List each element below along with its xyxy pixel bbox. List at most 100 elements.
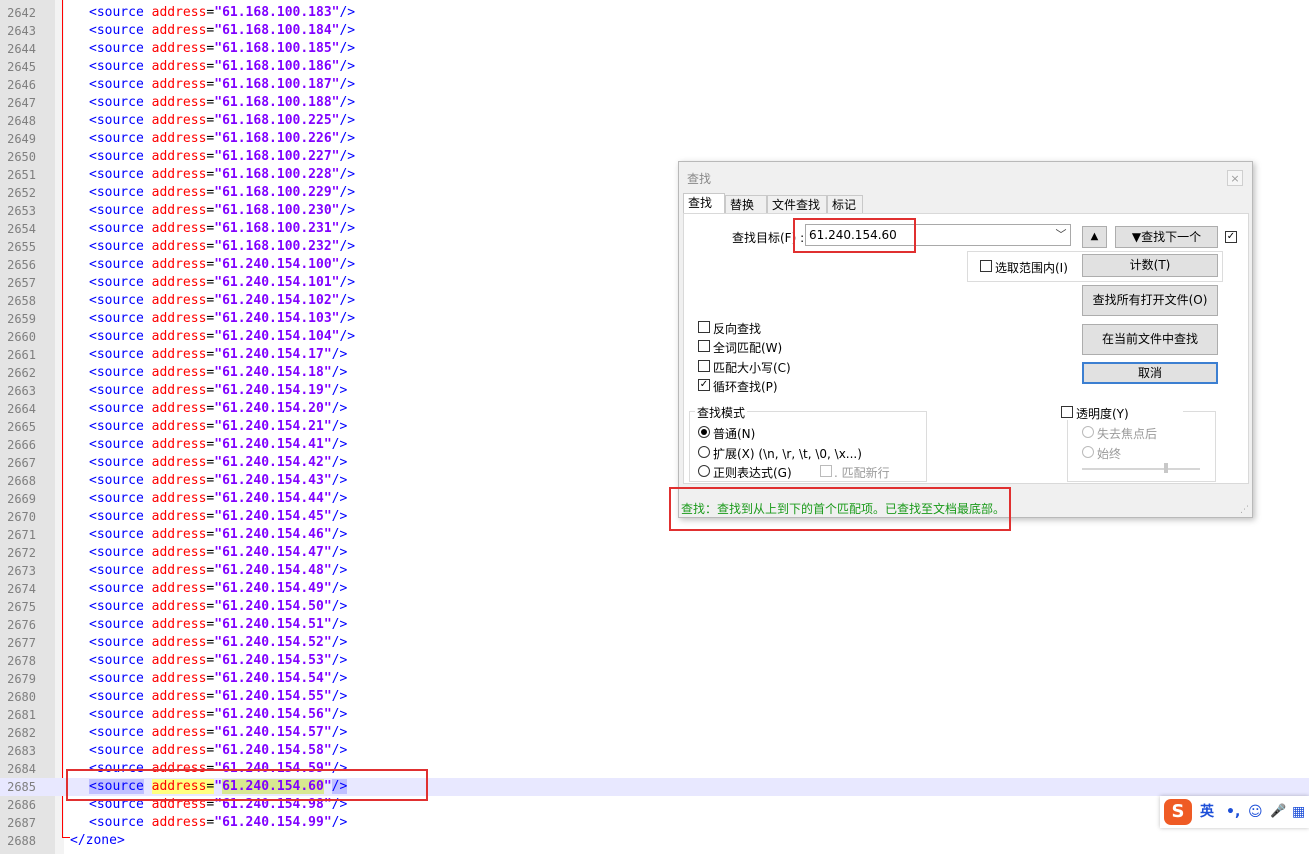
tab-replace[interactable]: 替换 — [725, 195, 767, 213]
tag-name: <source — [89, 653, 144, 668]
code-line[interactable]: 2671 <source address="61.240.154.46"/> — [0, 526, 1309, 544]
punctuation-icon[interactable]: •, — [1226, 802, 1240, 822]
code-line[interactable]: 2683 <source address="61.240.154.58"/> — [0, 742, 1309, 760]
find-next-button[interactable]: ▼查找下一个 — [1115, 226, 1218, 248]
code-line[interactable]: 2687 <source address="61.240.154.99"/> — [0, 814, 1309, 832]
whole-word-checkbox[interactable] — [698, 340, 710, 352]
chevron-down-icon[interactable]: ﹀ — [1054, 227, 1068, 243]
wrap-around-checkbox[interactable]: ✓ — [698, 379, 710, 391]
code-line[interactable]: 2679 <source address="61.240.154.54"/> — [0, 670, 1309, 688]
sogou-logo-icon[interactable]: S — [1164, 799, 1192, 825]
code-line[interactable]: 2677 <source address="61.240.154.52"/> — [0, 634, 1309, 652]
code-line[interactable]: 2676 <source address="61.240.154.51"/> — [0, 616, 1309, 634]
mode-regex-radio[interactable] — [698, 465, 710, 477]
transparency-checkbox[interactable] — [1061, 406, 1073, 418]
tab-find-in-files[interactable]: 文件查找 — [767, 195, 827, 213]
code-text: <source address="61.240.154.56"/> — [89, 707, 348, 722]
attr-name: address — [151, 671, 207, 686]
code-line[interactable]: 2672 <source address="61.240.154.47"/> — [0, 544, 1309, 562]
tab-mark[interactable]: 标记 — [827, 195, 863, 213]
line-number: 2676 — [7, 618, 36, 632]
code-line[interactable]: 2684 <source address="61.240.154.59"/> — [0, 760, 1309, 778]
code-line-closing[interactable]: 2688 </zone> — [0, 832, 1309, 850]
code-line[interactable]: 2680 <source address="61.240.154.55"/> — [0, 688, 1309, 706]
code-line[interactable]: 2686 <source address="61.240.154.98"/> — [0, 796, 1309, 814]
tag-end: /> — [331, 689, 348, 704]
code-line[interactable]: 2643 <source address="61.168.100.184"/> — [0, 22, 1309, 40]
microphone-icon[interactable]: 🎤 — [1270, 802, 1286, 822]
code-text: <source address="61.240.154.60"/> — [89, 779, 348, 794]
tag-name: <source — [89, 293, 144, 308]
line-number: 2681 — [7, 708, 36, 722]
match-case-checkbox[interactable] — [698, 360, 710, 372]
attr-name: address — [151, 491, 207, 506]
close-icon[interactable]: × — [1227, 170, 1243, 186]
in-selection-checkbox[interactable] — [980, 260, 992, 272]
code-line[interactable]: 2642 <source address="61.168.100.183"/> — [0, 4, 1309, 22]
attr-name: address — [151, 329, 207, 344]
find-next-option-checkbox[interactable]: ✓ — [1225, 231, 1237, 243]
find-in-current-file-button[interactable]: 在当前文件中查找 — [1082, 324, 1218, 355]
search-up-button[interactable]: ▲ — [1082, 226, 1107, 248]
tag-name: <source — [89, 815, 144, 830]
code-line[interactable]: 2678 <source address="61.240.154.53"/> — [0, 652, 1309, 670]
tag-end: /> — [331, 635, 348, 650]
code-line[interactable]: 2673 <source address="61.240.154.48"/> — [0, 562, 1309, 580]
emoji-icon[interactable]: ☺ — [1248, 802, 1263, 822]
line-number: 2652 — [7, 186, 36, 200]
count-button[interactable]: 计数(T) — [1082, 254, 1218, 277]
attr-value: 61.240.154.42 — [222, 455, 324, 470]
attr-value: 61.168.100.226 — [222, 131, 332, 146]
code-line[interactable]: 2645 <source address="61.168.100.186"/> — [0, 58, 1309, 76]
attr-name: address — [151, 185, 207, 200]
attr-name: address — [151, 293, 207, 308]
line-number: 2664 — [7, 402, 36, 416]
mode-normal-radio[interactable] — [698, 426, 710, 438]
always-label: 始终 — [1097, 447, 1122, 461]
attr-value: 61.240.154.17 — [222, 347, 324, 362]
line-number: 2684 — [7, 762, 36, 776]
line-number: 2658 — [7, 294, 36, 308]
ime-language-toggle[interactable]: 英 — [1200, 802, 1214, 822]
search-input[interactable]: 61.240.154.60 ﹀ — [805, 224, 1071, 246]
attr-value: 61.240.154.43 — [222, 473, 324, 488]
cancel-button[interactable]: 取消 — [1082, 362, 1218, 384]
keyboard-icon[interactable]: ▦ — [1292, 802, 1305, 822]
attr-name: address — [151, 23, 207, 38]
search-mode-title: 查找模式 — [695, 404, 748, 421]
tag-name: <source — [89, 473, 144, 488]
code-line[interactable]: 2647 <source address="61.168.100.188"/> — [0, 94, 1309, 112]
attr-name: address — [151, 419, 207, 434]
code-line[interactable]: 2648 <source address="61.168.100.225"/> — [0, 112, 1309, 130]
code-line[interactable]: 2649 <source address="61.168.100.226"/> — [0, 130, 1309, 148]
attr-name: address — [151, 5, 207, 20]
tag-end: /> — [331, 527, 348, 542]
tag-name: <source — [89, 131, 144, 146]
closing-tag: </zone> — [70, 833, 125, 848]
code-line[interactable]: 2644 <source address="61.168.100.185"/> — [0, 40, 1309, 58]
search-input-value: 61.240.154.60 — [809, 228, 897, 242]
attr-value: 61.240.154.20 — [222, 401, 324, 416]
code-text: <source address="61.168.100.185"/> — [89, 41, 356, 56]
code-line[interactable]: 2682 <source address="61.240.154.57"/> — [0, 724, 1309, 742]
code-line[interactable]: 2646 <source address="61.168.100.187"/> — [0, 76, 1309, 94]
ime-toolbar[interactable]: S 英 •, ☺ 🎤 ▦ — [1160, 796, 1309, 828]
mode-extended-radio[interactable] — [698, 446, 710, 458]
tab-find[interactable]: 查找 — [683, 193, 725, 214]
code-text: <source address="61.168.100.186"/> — [89, 59, 356, 74]
line-number: 2674 — [7, 582, 36, 596]
code-line[interactable]: 2675 <source address="61.240.154.50"/> — [0, 598, 1309, 616]
attr-value: 61.168.100.188 — [222, 95, 332, 110]
line-number: 2673 — [7, 564, 36, 578]
attr-name: address — [151, 221, 207, 236]
code-line-current[interactable]: 2685 <source address="61.240.154.60"/> — [0, 778, 1309, 796]
tag-name: <source — [89, 239, 144, 254]
attr-value: 61.240.154.48 — [222, 563, 324, 578]
reverse-search-checkbox[interactable] — [698, 321, 710, 333]
attr-value: 61.168.100.183 — [222, 5, 332, 20]
find-all-open-files-button[interactable]: 查找所有打开文件(O) — [1082, 285, 1218, 316]
code-line[interactable]: 2674 <source address="61.240.154.49"/> — [0, 580, 1309, 598]
resize-grip-icon[interactable]: ⋰ — [1240, 505, 1249, 515]
code-line[interactable]: 2681 <source address="61.240.154.56"/> — [0, 706, 1309, 724]
mode-extended-label: 扩展(X) (\n, \r, \t, \0, \x...) — [713, 447, 862, 461]
